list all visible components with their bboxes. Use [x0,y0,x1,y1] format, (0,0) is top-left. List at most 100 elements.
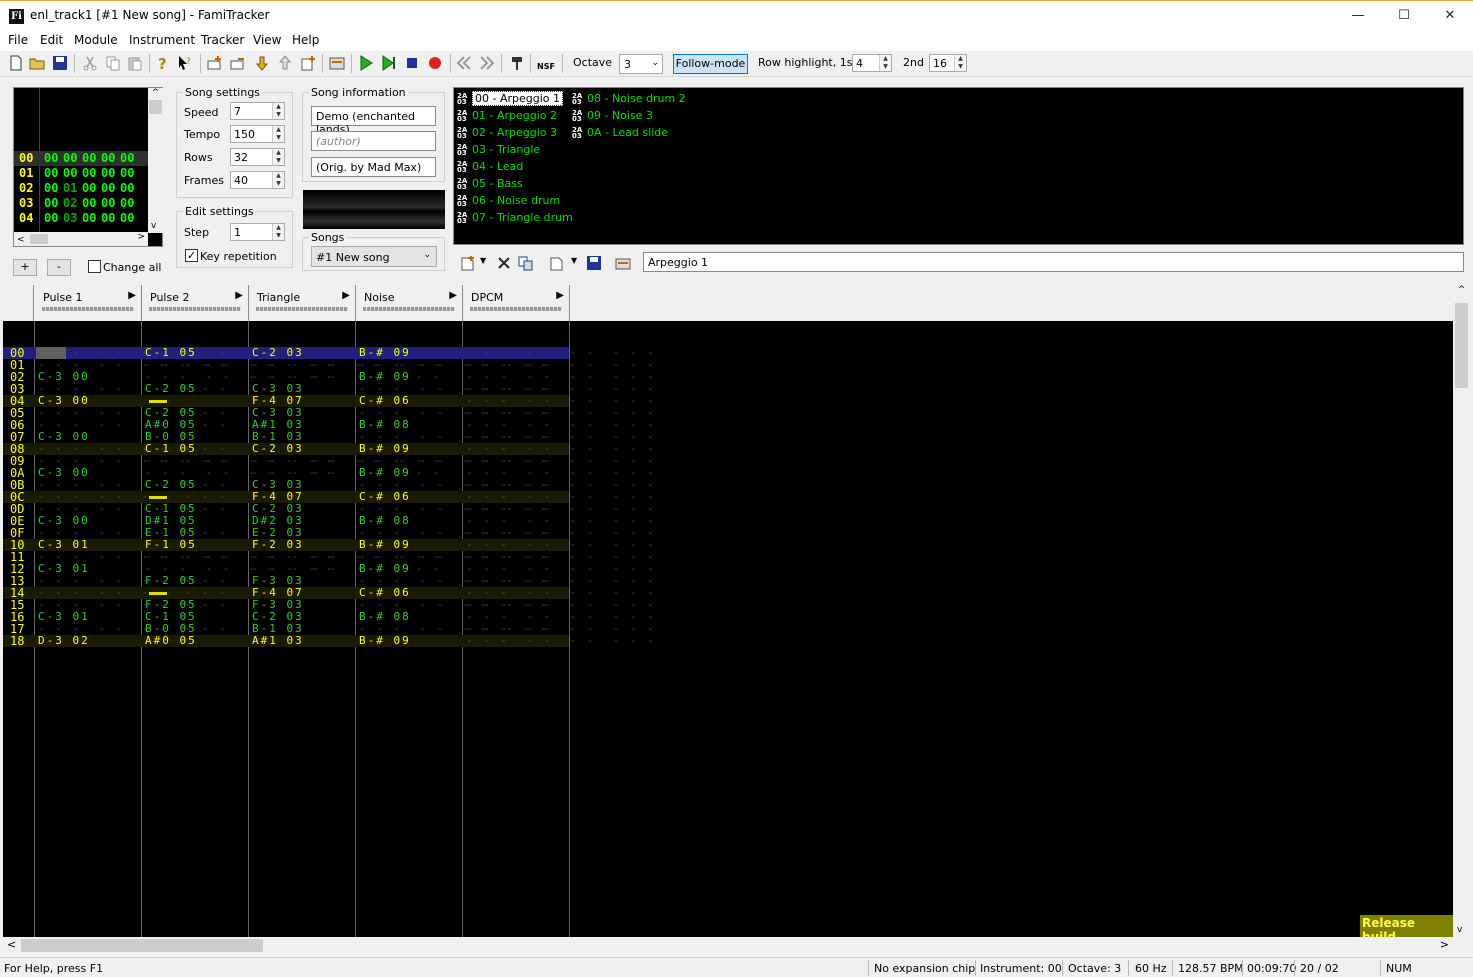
pattern-row[interactable]: 18 D-3 02 A#0 05 A#1 03 B-# 09 - - - - - - - … [3,635,654,647]
instrument-item[interactable]: 2A 03 05 - Bass [457,176,523,191]
edit-instrument-icon[interactable] [615,255,631,271]
order-cell[interactable]: 00 [82,211,96,225]
move-frame-down-icon[interactable] [254,55,270,71]
minimize-button[interactable]: — [1335,1,1381,31]
order-cell[interactable]: 00 [82,181,96,195]
key-repetition-checkbox[interactable]: ✓ [185,249,198,262]
spin-arrows-icon[interactable]: ▲ ▼ [879,55,891,71]
author-field[interactable]: (author) [311,131,436,151]
order-cell[interactable]: 00 [101,196,115,210]
clone-instrument-icon[interactable] [518,255,534,271]
note-cut-marker[interactable] [149,400,167,403]
order-row[interactable]: 04 00 03 00 00 00 [14,211,148,226]
menu-edit[interactable]: Edit [40,33,63,47]
channel-arrow-icon[interactable]: ▶ [342,290,350,301]
order-row[interactable]: 00 00 00 00 00 00 [14,151,148,166]
speed-input[interactable]: 7 ▲ ▼ [230,102,285,120]
spin-arrows-icon[interactable]: ▲ ▼ [272,172,284,188]
move-frame-up-icon[interactable] [277,55,293,71]
frames-input[interactable]: 40 ▲ ▼ [230,171,285,189]
order-cell[interactable]: 00 [120,166,134,180]
open-folder-icon[interactable] [29,55,45,71]
order-cell[interactable]: 02 [63,196,77,210]
save-instrument-icon[interactable] [586,255,602,271]
instrument-name-field[interactable]: Arpeggio 1 [643,252,1464,272]
channel-header[interactable]: Noise ▶ [356,285,463,321]
menu-view[interactable]: View [253,33,281,47]
song-select[interactable]: #1 New song ⌄ [311,246,437,267]
note-cell[interactable]: A#1 03 [252,635,304,647]
order-cell[interactable]: 03 [63,211,77,225]
order-cell[interactable]: 00 [44,151,58,165]
order-scrollbar[interactable]: ^ v [148,88,163,233]
order-cell[interactable]: 00 [63,151,77,165]
spin-arrows-icon[interactable]: ▲ ▼ [272,149,284,165]
copy-icon[interactable] [105,55,121,71]
paste-icon[interactable] [127,55,143,71]
order-cell[interactable]: 00 [101,151,115,165]
help-icon[interactable]: ? [155,55,171,71]
order-row[interactable]: 03 00 02 00 00 00 [14,196,148,211]
menu-help[interactable]: Help [292,33,319,47]
play-loop-icon[interactable] [381,55,397,71]
step-input[interactable]: 1 ▲ ▼ [230,223,285,241]
dropdown-arrow-icon[interactable]: ▼ [571,256,577,265]
load-instrument-icon[interactable] [548,255,564,271]
play-icon[interactable] [358,55,374,71]
instrument-item[interactable]: 2A 03 07 - Triangle drum [457,210,573,225]
channel-header[interactable]: Pulse 1 ▶ [35,285,142,321]
channel-arrow-icon[interactable]: ▶ [556,290,564,301]
pattern-vscrollbar[interactable]: ^ v [1453,285,1470,937]
order-cell[interactable]: 00 [120,196,134,210]
insert-frame-icon[interactable] [207,55,223,71]
close-button[interactable]: ✕ [1427,1,1473,31]
previous-song-icon[interactable] [456,55,472,71]
remove-frame-button[interactable]: - [47,259,71,276]
remove-instrument-icon[interactable] [496,255,512,271]
order-cell[interactable]: 00 [101,211,115,225]
settings-icon[interactable] [509,55,525,71]
channel-arrow-icon[interactable]: ▶ [449,290,457,301]
instrument-item[interactable]: 2A 03 08 - Noise drum 2 [572,91,686,106]
new-file-icon[interactable] [8,55,24,71]
order-cell[interactable]: 00 [82,166,96,180]
instrument-item[interactable]: 2A 03 06 - Noise drum [457,193,560,208]
stop-icon[interactable] [404,55,420,71]
instrument-item[interactable]: 2A 03 04 - Lead [457,159,523,174]
add-frame-button[interactable]: + [13,259,37,276]
rows-input[interactable]: 32 ▲ ▼ [230,148,285,166]
song-name-field[interactable]: Demo (enchanted lands) [311,106,436,136]
cut-icon[interactable] [82,55,98,71]
nsf-export-icon[interactable]: NSF [537,55,555,71]
module-properties-icon[interactable] [329,55,345,71]
order-cell[interactable]: 00 [44,196,58,210]
note-cell[interactable]: B-# 09 [359,635,411,647]
channel-header[interactable]: Pulse 2 ▶ [142,285,249,321]
record-icon[interactable] [427,55,443,71]
order-cell[interactable]: 01 [63,181,77,195]
spin-arrows-icon[interactable]: ▲ ▼ [954,55,966,71]
order-cell[interactable]: 00 [101,181,115,195]
spin-arrows-icon[interactable]: ▲ ▼ [272,126,284,142]
note-cell[interactable]: C-2 05 [145,383,197,395]
row-highlight-2nd-input[interactable]: 16 ▲ ▼ [929,54,967,72]
copyright-field[interactable]: (Orig. by Mad Max) [311,157,436,177]
menu-module[interactable]: Module [74,33,118,47]
order-hscrollbar[interactable]: < > [14,232,148,246]
channel-header[interactable]: Triangle ▶ [249,285,356,321]
order-cell[interactable]: 00 [82,151,96,165]
note-cut-marker[interactable] [149,496,167,499]
dropdown-arrow-icon[interactable]: ▼ [480,256,486,265]
row-highlight-1st-input[interactable]: 4 ▲ ▼ [852,54,892,72]
order-cell[interactable]: 00 [120,181,134,195]
duplicate-frame-icon[interactable] [300,55,316,71]
follow-mode-button[interactable]: Follow-mode [673,54,748,74]
maximize-button[interactable]: ☐ [1381,1,1427,31]
order-cell[interactable]: 00 [44,181,58,195]
order-cell[interactable]: 00 [82,196,96,210]
change-all-checkbox[interactable] [88,260,101,273]
octave-select[interactable]: 3 ⌄ [619,54,663,74]
instrument-item[interactable]: 2A 03 03 - Triangle [457,142,540,157]
menu-instrument[interactable]: Instrument [129,33,195,47]
frame-order-list[interactable]: 00 00 00 00 00 00 01 00 00 00 00 00 02 00 01 00 00 00 03 00… [13,87,163,247]
